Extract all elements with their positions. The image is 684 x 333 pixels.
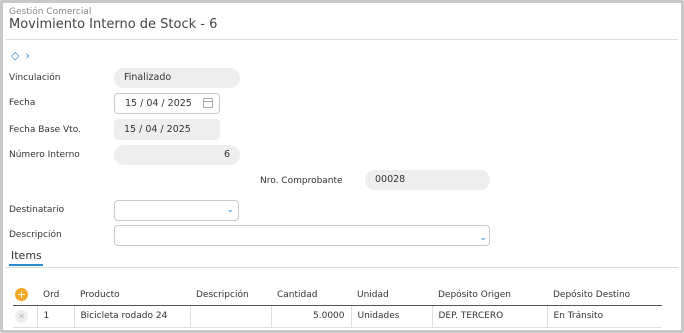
fecha-base-label: Fecha Base Vto. [9,125,81,135]
nro-comprobante-label: Nro. Comprobante [260,176,343,186]
cell-ord[interactable]: 1 [37,305,75,328]
vinculacion-label: Vinculación [9,73,61,83]
page-title: Movimiento Interno de Stock - 6 [9,17,218,32]
nro-comprobante-field: 00028 [365,170,490,190]
items-divider [6,267,678,268]
fecha-base-field: 15 / 04 / 2025 [114,119,220,140]
col-header-descripcion: Descripción [190,285,271,306]
cell-deposito-origen[interactable]: DEP. TERCERO [432,305,548,328]
descripcion-input[interactable]: ⌄ [114,225,490,246]
header-divider [6,39,678,40]
col-header-deposito-origen: Depósito Origen [432,285,547,306]
tag-icon[interactable]: ◇ [11,49,19,62]
table-header-row: + Ord Producto Descripción Cantidad Unid… [13,285,662,306]
tab-items-underline [9,264,43,266]
calendar-icon[interactable] [203,98,213,108]
col-header-producto: Producto [74,285,190,306]
numero-interno-label: Número Interno [9,150,80,160]
delete-icon[interactable]: ✕ [15,309,28,323]
col-header-unidad: Unidad [351,285,432,306]
cell-descripcion[interactable] [190,305,272,328]
tag-toolbar: ◇ › [11,49,30,62]
tab-items[interactable]: Items [11,249,42,262]
destinatario-select[interactable]: ⌄ [114,200,239,221]
add-row-cell: + [13,285,37,306]
cell-deposito-destino[interactable]: En Tránsito [547,305,662,328]
table-row[interactable]: ✕ 1 Bicicleta rodado 24 5.0000 Unidades … [13,305,662,328]
cell-cantidad[interactable]: 5.0000 [271,305,352,328]
destinatario-label: Destinatario [9,205,65,215]
col-header-cantidad: Cantidad [271,285,351,306]
col-header-ord: Ord [37,285,74,306]
chevron-down-icon[interactable]: ⌄ [226,201,234,220]
cell-producto[interactable]: Bicicleta rodado 24 [74,305,191,328]
window: Gestión Comercial Movimiento Interno de … [0,0,684,333]
delete-row-cell: ✕ [13,305,38,328]
descripcion-label: Descripción [9,230,62,240]
resize-handle-icon[interactable]: ⌄ [479,229,487,248]
chevron-right-icon[interactable]: › [25,49,29,62]
fecha-input[interactable]: 15 / 04 / 2025 [114,93,220,114]
cell-unidad[interactable]: Unidades [351,305,433,328]
add-icon[interactable]: + [15,288,28,302]
fecha-label: Fecha [9,98,36,108]
numero-interno-field: 6 [114,145,240,165]
items-table: + Ord Producto Descripción Cantidad Unid… [13,285,662,328]
vinculacion-field: Finalizado [114,68,240,88]
module-name: Gestión Comercial [9,7,92,17]
fecha-value: 15 / 04 / 2025 [125,98,192,109]
col-header-deposito-destino: Depósito Destino [547,285,662,306]
